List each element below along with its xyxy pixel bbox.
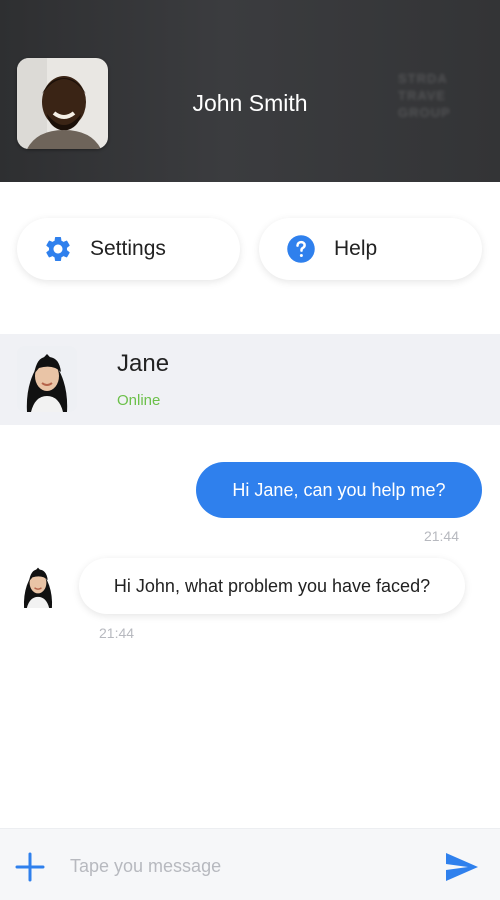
profile-header: John Smith STRDA TRAVE GROUP	[0, 0, 500, 182]
message-timestamp: 21:44	[99, 625, 135, 641]
plus-icon[interactable]	[14, 851, 46, 883]
contact-avatar-small	[17, 562, 59, 608]
contact-status: Online	[117, 392, 161, 409]
help-label: Help	[334, 237, 378, 260]
help-button[interactable]: Help	[259, 218, 482, 280]
user-avatar-photo	[17, 58, 108, 149]
outgoing-message: Hi Jane, can you help me?	[196, 462, 482, 518]
contact-avatar-photo	[17, 562, 59, 608]
question-circle-icon	[287, 235, 315, 263]
chat-screen: John Smith STRDA TRAVE GROUP Settings He…	[0, 0, 500, 900]
logo-line: STRDA	[398, 71, 448, 86]
contact-avatar-photo	[17, 346, 77, 412]
settings-label: Settings	[90, 237, 166, 260]
send-icon[interactable]	[444, 851, 480, 883]
contact-header[interactable]: Jane Online	[0, 334, 500, 425]
message-timestamp: 21:44	[423, 528, 459, 544]
contact-name: Jane	[117, 350, 170, 377]
incoming-message: Hi John, what problem you have faced?	[79, 558, 465, 614]
gear-icon	[46, 237, 70, 261]
message-composer	[0, 828, 500, 900]
user-name: John Smith	[192, 90, 308, 116]
contact-avatar[interactable]	[17, 346, 77, 412]
message-input[interactable]	[70, 847, 420, 885]
logo-line: GROUP	[398, 105, 451, 120]
logo-line: TRAVE	[398, 88, 447, 103]
settings-button[interactable]: Settings	[17, 218, 240, 280]
user-avatar[interactable]	[17, 58, 108, 149]
brand-logo: STRDA TRAVE GROUP	[398, 70, 474, 130]
